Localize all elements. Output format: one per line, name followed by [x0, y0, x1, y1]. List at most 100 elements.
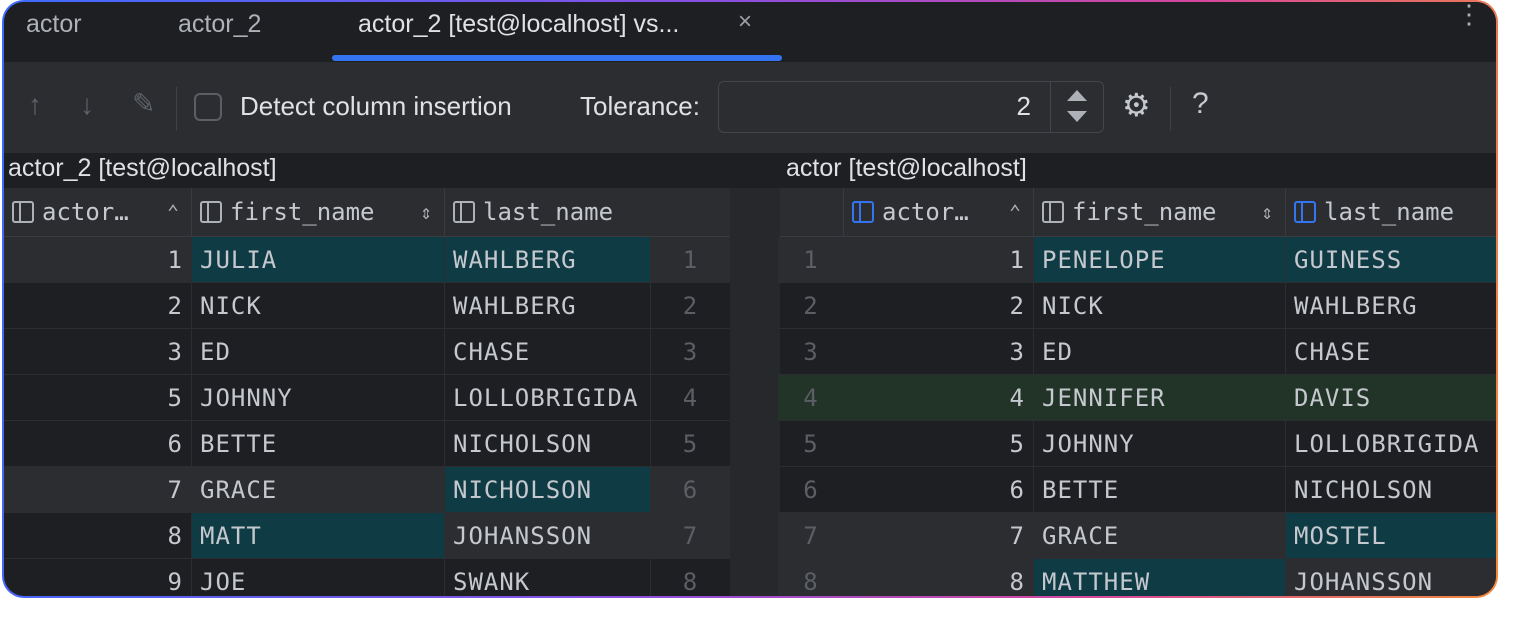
actor-id-cell[interactable]: 2 [4, 283, 192, 329]
next-difference-icon[interactable]: ↓ [80, 89, 94, 121]
first-name-cell[interactable]: BETTE [192, 421, 445, 467]
last-name-cell[interactable]: WAHLBERG [445, 283, 651, 329]
sort-icon[interactable]: ⇕ [420, 200, 432, 224]
table-row[interactable]: 8 MATT JOHANSSON 7 [4, 513, 730, 559]
more-options-icon[interactable]: ⋮ [1456, 2, 1482, 27]
toolbar-separator [1170, 87, 1171, 131]
row-number-gutter: 7 [651, 513, 730, 559]
table-row[interactable]: 2 2 NICK WAHLBERG [778, 283, 1496, 329]
row-number-gutter: 8 [651, 559, 730, 596]
first-name-cell[interactable]: JENNIFER [1034, 375, 1286, 421]
column-header-actor-id[interactable]: actor… ⌃ [4, 188, 192, 236]
first-name-cell[interactable]: NICK [1034, 283, 1286, 329]
first-name-cell[interactable]: GRACE [192, 467, 445, 513]
actor-id-cell[interactable]: 9 [4, 559, 192, 596]
last-name-cell[interactable]: CHASE [1286, 329, 1496, 375]
diff-connector-gutter [730, 188, 780, 596]
row-number-gutter: 2 [651, 283, 730, 329]
column-header-last-name[interactable]: last_name [445, 188, 651, 236]
previous-difference-icon[interactable]: ↑ [28, 89, 42, 121]
actor-id-cell[interactable]: 1 [4, 237, 192, 283]
tab-actor[interactable]: actor [26, 2, 82, 62]
sort-ascending-icon[interactable]: ⌃ [1009, 200, 1021, 224]
last-name-cell[interactable]: SWANK [445, 559, 651, 596]
table-row[interactable]: 5 5 JOHNNY LOLLOBRIGIDA [778, 421, 1496, 467]
column-header-first-name[interactable]: first_name ⇕ [192, 188, 445, 236]
table-row[interactable]: 5 JOHNNY LOLLOBRIGIDA 4 [4, 375, 730, 421]
sort-ascending-icon[interactable]: ⌃ [167, 200, 179, 224]
column-header-first-name[interactable]: first_name ⇕ [1034, 188, 1286, 236]
table-row[interactable]: 1 1 PENELOPE GUINESS [778, 237, 1496, 283]
last-name-cell[interactable]: CHASE [445, 329, 651, 375]
first-name-cell[interactable]: PENELOPE [1034, 237, 1286, 283]
table-row[interactable]: 9 JOE SWANK 8 [4, 559, 730, 596]
actor-id-cell[interactable]: 7 [4, 467, 192, 513]
actor-id-cell[interactable]: 8 [4, 513, 192, 559]
table-row[interactable]: 8 8 MATTHEW JOHANSSON [778, 559, 1496, 596]
increment-arrow-icon[interactable] [1067, 90, 1087, 101]
decrement-arrow-icon[interactable] [1067, 111, 1087, 122]
sort-icon[interactable]: ⇕ [1261, 200, 1273, 224]
last-name-cell[interactable]: LOLLOBRIGIDA [445, 375, 651, 421]
first-name-cell[interactable]: MATT [192, 513, 445, 559]
row-number-gutter: 4 [651, 375, 730, 421]
table-row[interactable]: 1 JULIA WAHLBERG 1 [4, 237, 730, 283]
table-row[interactable]: 7 GRACE NICHOLSON 6 [4, 467, 730, 513]
first-name-cell[interactable]: JOHNNY [1034, 421, 1286, 467]
first-name-cell[interactable]: ED [192, 329, 445, 375]
actor-id-cell[interactable]: 7 [844, 513, 1034, 559]
table-row[interactable]: 6 BETTE NICHOLSON 5 [4, 421, 730, 467]
tab-actor-2[interactable]: actor_2 [178, 2, 261, 62]
actor-id-cell[interactable]: 3 [4, 329, 192, 375]
last-name-cell[interactable]: NICHOLSON [445, 421, 651, 467]
last-name-cell[interactable]: WAHLBERG [1286, 283, 1496, 329]
tolerance-spinner[interactable]: 2 [718, 81, 1104, 133]
actor-id-cell[interactable]: 5 [4, 375, 192, 421]
last-name-cell[interactable]: NICHOLSON [445, 467, 651, 513]
first-name-cell[interactable]: JOHNNY [192, 375, 445, 421]
column-header-actor-id[interactable]: actor… ⌃ [844, 188, 1034, 236]
last-name-cell[interactable]: JOHANSSON [1286, 559, 1496, 596]
last-name-cell[interactable]: JOHANSSON [445, 513, 651, 559]
last-name-cell[interactable]: MOSTEL [1286, 513, 1496, 559]
detect-column-insertion-checkbox[interactable] [194, 93, 222, 121]
actor-id-cell[interactable]: 5 [844, 421, 1034, 467]
last-name-cell[interactable]: GUINESS [1286, 237, 1496, 283]
table-row[interactable]: 3 ED CHASE 3 [4, 329, 730, 375]
last-name-cell[interactable]: NICHOLSON [1286, 467, 1496, 513]
table-row[interactable]: 2 NICK WAHLBERG 2 [4, 283, 730, 329]
actor-id-cell[interactable]: 8 [844, 559, 1034, 596]
tolerance-value[interactable]: 2 [1017, 91, 1031, 122]
column-header-last-name[interactable]: last_name [1286, 188, 1496, 236]
tab-diff[interactable]: actor_2 [test@localhost] vs... [358, 2, 679, 62]
row-number-gutter: 6 [778, 467, 844, 513]
row-number-gutter: 5 [778, 421, 844, 467]
table-row[interactable]: 7 7 GRACE MOSTEL [778, 513, 1496, 559]
first-name-cell[interactable]: JOE [192, 559, 445, 596]
table-row[interactable]: 3 3 ED CHASE [778, 329, 1496, 375]
actor-id-cell[interactable]: 3 [844, 329, 1034, 375]
first-name-cell[interactable]: JULIA [192, 237, 445, 283]
row-number-header [778, 188, 844, 236]
actor-id-cell[interactable]: 6 [4, 421, 192, 467]
actor-id-cell[interactable]: 4 [844, 375, 1034, 421]
close-tab-icon[interactable]: × [738, 8, 752, 36]
last-name-cell[interactable]: DAVIS [1286, 375, 1496, 421]
first-name-cell[interactable]: NICK [192, 283, 445, 329]
first-name-cell[interactable]: MATTHEW [1034, 559, 1286, 596]
edit-icon[interactable]: ✎ [132, 87, 155, 120]
table-row[interactable]: 6 6 BETTE NICHOLSON [778, 467, 1496, 513]
column-header-label: actor… [882, 198, 969, 226]
last-name-cell[interactable]: LOLLOBRIGIDA [1286, 421, 1496, 467]
actor-id-cell[interactable]: 2 [844, 283, 1034, 329]
actor-id-cell[interactable]: 1 [844, 237, 1034, 283]
first-name-cell[interactable]: ED [1034, 329, 1286, 375]
settings-icon[interactable]: ⚙ [1122, 89, 1151, 121]
help-icon[interactable]: ? [1192, 87, 1209, 121]
actor-id-cell[interactable]: 6 [844, 467, 1034, 513]
table-row[interactable]: 4 4 JENNIFER DAVIS [778, 375, 1496, 421]
diff-window: actor actor_2 actor_2 [test@localhost] v… [2, 0, 1498, 598]
last-name-cell[interactable]: WAHLBERG [445, 237, 651, 283]
first-name-cell[interactable]: BETTE [1034, 467, 1286, 513]
first-name-cell[interactable]: GRACE [1034, 513, 1286, 559]
